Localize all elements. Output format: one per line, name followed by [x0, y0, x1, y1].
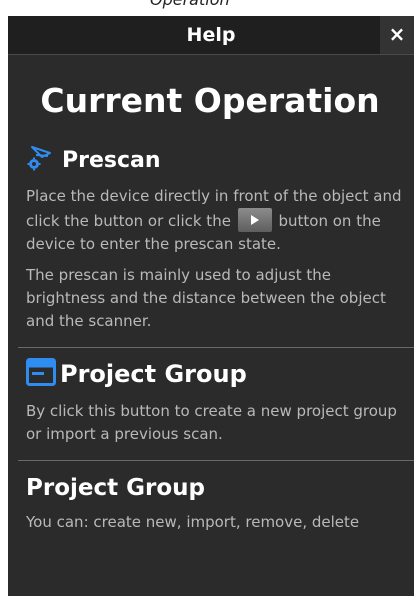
help-panel: Help × Current Operation Prescan Place t…: [8, 16, 414, 596]
device-play-button-icon: [237, 208, 272, 232]
current-operation-heading: Current Operation: [40, 81, 380, 120]
project-group-icon: [26, 358, 56, 390]
prescan-purpose: The prescan is mainly used to adjust the…: [26, 266, 386, 330]
divider: [18, 460, 414, 461]
close-button[interactable]: ×: [380, 16, 414, 54]
project-group-details-text: You can: create new, import, remove, del…: [26, 513, 360, 531]
project-group-details-title: Project Group: [26, 475, 205, 501]
prescan-icon: [26, 145, 52, 175]
project-group-details-section: Project Group You can: create new, impor…: [26, 475, 414, 534]
help-content: Current Operation Prescan Place the devi…: [8, 79, 414, 534]
top-strip: Operation: [0, 0, 414, 16]
help-header: Help ×: [8, 16, 414, 55]
divider: [18, 347, 414, 348]
project-group-title: Project Group: [60, 360, 247, 388]
top-strip-text: Operation: [150, 0, 230, 9]
project-group-description: By click this button to create a new pro…: [26, 402, 397, 443]
project-group-header: Project Group: [26, 358, 404, 390]
prescan-title: Prescan: [62, 147, 161, 173]
prescan-header: Prescan: [26, 145, 404, 175]
help-title: Help: [186, 24, 236, 46]
prescan-description: Place the device directly in front of th…: [26, 185, 404, 256]
project-group-section: Project Group By click this button to cr…: [26, 358, 414, 446]
prescan-section: Prescan Place the device directly in fro…: [26, 145, 414, 333]
